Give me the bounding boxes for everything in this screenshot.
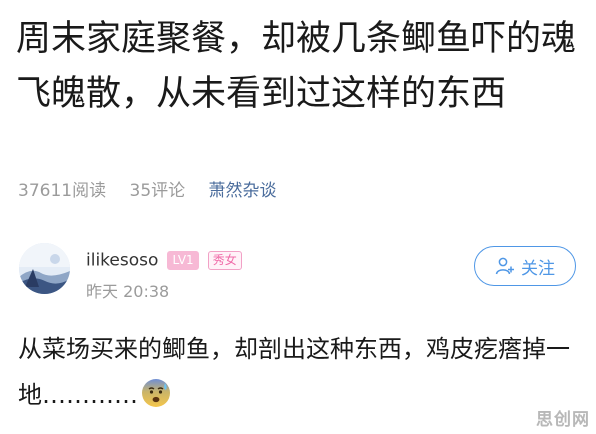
comment-count[interactable]: 35评论 xyxy=(130,181,186,201)
avatar-image xyxy=(19,243,70,294)
anxious-sweat-emoji-icon xyxy=(140,377,172,424)
source-link[interactable]: 萧然杂谈 xyxy=(209,181,277,201)
follow-label: 关注 xyxy=(521,258,555,279)
level-badge: LV1 xyxy=(167,251,199,270)
post-text: 从菜场买来的鲫鱼，却剖出这种东西，鸡皮疙瘩掉一地………… xyxy=(18,335,570,409)
article-title: 周末家庭聚餐，却被几条鲫鱼吓的魂飞魄散，从未看到过这样的东西 xyxy=(16,19,577,114)
avatar[interactable] xyxy=(19,243,70,294)
author-line: ilikesoso LV1 秀女 xyxy=(86,250,242,271)
tag-badge: 秀女 xyxy=(207,251,242,270)
author-name[interactable]: ilikesoso xyxy=(86,251,158,271)
follow-button[interactable]: 关注 xyxy=(474,246,576,286)
post-body: 从菜场买来的鲫鱼，却剖出这种东西，鸡皮疙瘩掉一地………… xyxy=(18,326,578,424)
post-time: 昨天 20:38 xyxy=(86,282,170,301)
read-count: 37611阅读 xyxy=(18,181,107,201)
article-meta: 37611阅读 35评论 萧然杂谈 xyxy=(18,176,277,201)
watermark: 思创网 xyxy=(536,410,590,430)
add-user-icon xyxy=(495,257,514,275)
